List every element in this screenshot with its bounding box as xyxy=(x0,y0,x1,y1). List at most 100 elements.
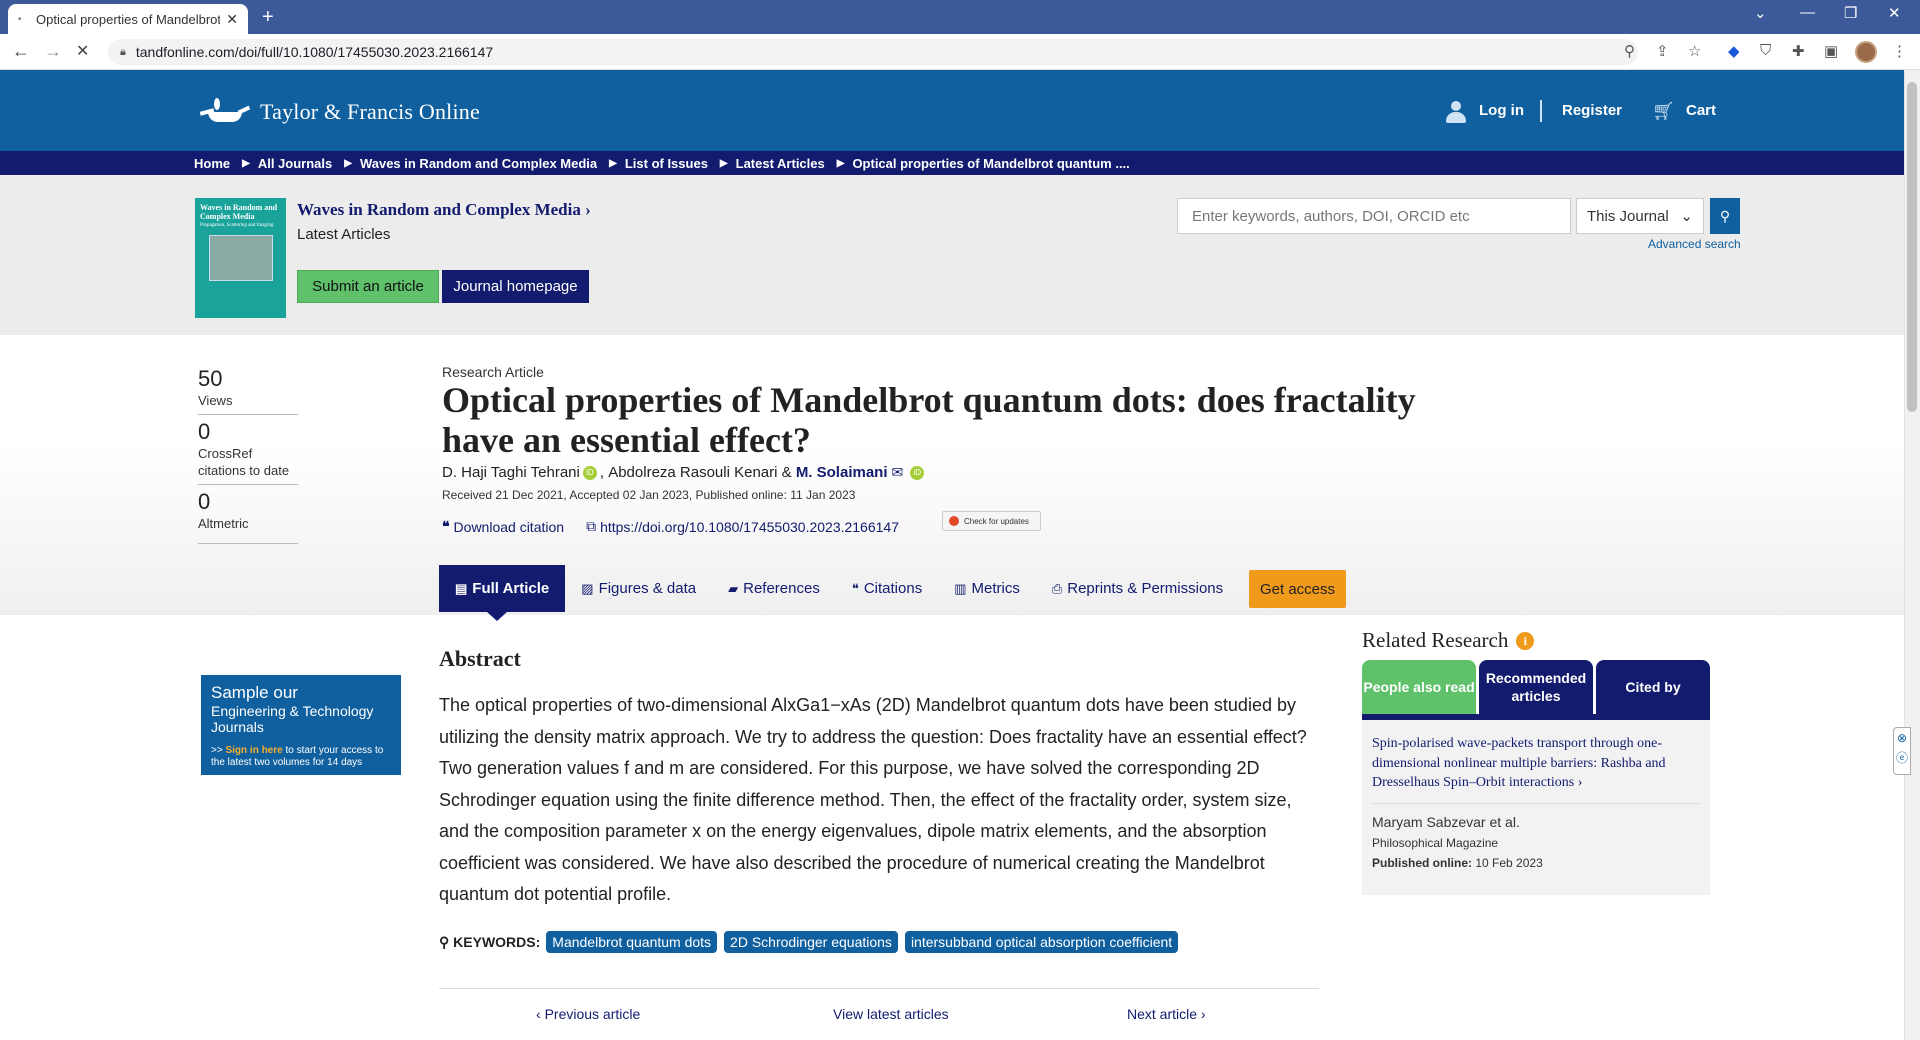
extension-icon[interactable]: ◆ xyxy=(1728,42,1740,60)
tab-cited-by[interactable]: Cited by xyxy=(1596,660,1710,714)
breadcrumb-all-journals[interactable]: All Journals ▶ xyxy=(258,156,360,171)
related-article-title-link[interactable]: Spin-polarised wave-packets transport th… xyxy=(1372,734,1700,793)
back-button[interactable]: ← xyxy=(12,41,30,62)
browser-tabbar: • Optical properties of Mandelbrot ✕ + ⌄… xyxy=(0,0,1920,34)
browser-toolbar: ← → ✕ 🔒︎ tandfonline.com/doi/full/10.108… xyxy=(0,34,1920,70)
author-link[interactable]: D. Haji Taghi Tehrani xyxy=(442,464,580,481)
address-bar[interactable]: 🔒︎ tandfonline.com/doi/full/10.1080/1745… xyxy=(108,39,1638,65)
puzzle-icon[interactable]: ✚ xyxy=(1792,42,1805,60)
journal-title-link[interactable]: Waves in Random and Complex Media › xyxy=(297,200,591,220)
tab-citations[interactable]: ❝ Citations xyxy=(836,565,938,612)
breadcrumb-journal[interactable]: Waves in Random and Complex Media ▶ xyxy=(360,156,625,171)
close-icon[interactable]: ⊗ xyxy=(1894,728,1910,748)
browser-tab[interactable]: • Optical properties of Mandelbrot ✕ xyxy=(8,4,248,34)
sample-journals-ad[interactable]: Sample our Engineering & Technology Jour… xyxy=(201,675,401,775)
image-icon: ▨ xyxy=(581,580,594,596)
tab-label: Citations xyxy=(863,580,923,597)
cart-link[interactable]: Cart xyxy=(1686,102,1716,119)
share-icon[interactable]: ⇪ xyxy=(1656,42,1669,60)
get-access-button[interactable]: Get access xyxy=(1249,570,1346,608)
restore-button[interactable]: ❐ xyxy=(1844,4,1857,22)
scrollbar-thumb[interactable] xyxy=(1907,82,1917,412)
download-citation-link[interactable]: Download citation xyxy=(454,519,565,535)
login-link[interactable]: Log in xyxy=(1479,102,1524,119)
mail-icon[interactable]: ✉ xyxy=(892,464,904,481)
check-updates-button[interactable]: Check for updates xyxy=(942,511,1041,531)
metric-crossref[interactable]: 0 CrossRef citations to date xyxy=(198,419,298,485)
avatar[interactable] xyxy=(1855,41,1877,63)
close-tab-icon[interactable]: ✕ xyxy=(226,11,238,28)
advanced-search-link[interactable]: Advanced search xyxy=(1648,237,1741,251)
published-label: Published online: xyxy=(1372,855,1473,870)
cart-icon[interactable]: 🛒︎ xyxy=(1652,101,1675,122)
metric-number: 50 xyxy=(198,366,223,391)
sign-in-link[interactable]: Sign in here xyxy=(225,745,282,756)
tab-figures-data[interactable]: ▨ Figures & data xyxy=(565,565,712,612)
journal-homepage-button[interactable]: Journal homepage xyxy=(442,270,589,303)
ad-line1: Sample our xyxy=(211,683,298,702)
breadcrumb-home[interactable]: Home ▶ xyxy=(194,156,258,171)
breadcrumb-label: Waves in Random and Complex Media xyxy=(359,155,598,171)
orcid-icon[interactable]: iD xyxy=(910,465,925,480)
related-article-journal: Philosophical Magazine xyxy=(1372,835,1499,850)
related-research-heading: Related Research i xyxy=(1362,628,1535,653)
accessibility-icon[interactable]: ⓔ xyxy=(1894,748,1910,768)
breadcrumb-current: Optical properties of Mandelbrot quantum… xyxy=(852,156,1129,171)
register-link[interactable]: Register xyxy=(1562,102,1622,119)
menu-icon[interactable]: ⋮ xyxy=(1892,42,1907,60)
keyword-tag[interactable]: 2D Schrodinger equations xyxy=(724,931,898,953)
tab-references[interactable]: ▰ References xyxy=(712,565,836,612)
breadcrumb-latest[interactable]: Latest Articles ▶ xyxy=(736,156,853,171)
external-link-icon: ⧉ xyxy=(586,518,597,534)
tab-metrics[interactable]: ▥ Metrics xyxy=(938,565,1036,612)
tab-reprints[interactable]: ⎙ Reprints & Permissions xyxy=(1036,565,1239,612)
tab-recommended-articles[interactable]: Recommended articles xyxy=(1479,660,1593,714)
tab-full-article[interactable]: ▤ Full Article xyxy=(439,565,566,612)
view-latest-articles-link[interactable]: View latest articles xyxy=(833,1006,949,1022)
minimize-button[interactable]: — xyxy=(1800,4,1815,21)
lamp-logo-icon xyxy=(199,96,252,128)
new-tab-button[interactable]: + xyxy=(262,6,274,29)
chevron-right-icon: › xyxy=(1200,1006,1206,1022)
side-widget[interactable]: ⊗ ⓔ xyxy=(1893,727,1911,775)
forward-button[interactable]: → xyxy=(44,41,62,62)
journal-cover[interactable]: Waves in Random and Complex Media Propag… xyxy=(195,198,286,318)
article-tabs: ▤ Full Article ▨ Figures & data ▰ Reference… xyxy=(439,565,1239,612)
breadcrumb-label: Optical properties of Mandelbrot quantum… xyxy=(852,155,1130,171)
search-scope-select[interactable]: This Journal ⌄ xyxy=(1576,198,1704,234)
journal-title: Waves in Random and Complex Media xyxy=(297,200,581,219)
side-panel-icon[interactable]: ▣ xyxy=(1824,42,1838,60)
related-article-authors: Maryam Sabzevar et al. xyxy=(1372,813,1520,830)
tab-search-icon[interactable]: ⌄ xyxy=(1754,4,1767,22)
author-link[interactable]: M. Solaimani xyxy=(796,464,888,481)
divider xyxy=(439,988,1319,989)
search-button[interactable]: ⚲ xyxy=(1710,198,1740,234)
site-logo[interactable]: Taylor & Francis Online xyxy=(199,96,480,128)
zoom-icon[interactable]: ⚲ xyxy=(1624,42,1635,60)
next-article-link[interactable]: Next article › xyxy=(1127,1006,1206,1022)
orcid-icon[interactable]: iD xyxy=(582,465,597,480)
keyword-tag[interactable]: intersubband optical absorption coeffici… xyxy=(904,931,1179,953)
tab-people-also-read[interactable]: People also read xyxy=(1362,660,1476,714)
shield-icon[interactable]: ⛉ xyxy=(1760,42,1771,59)
metric-altmetric[interactable]: 0 Altmetric xyxy=(198,489,298,544)
check-updates-label: Check for updates xyxy=(964,516,1029,526)
previous-article-link[interactable]: ‹ Previous article xyxy=(536,1006,640,1022)
breadcrumb-label: All Journals xyxy=(257,155,333,171)
bookmark-star-icon[interactable]: ☆ xyxy=(1688,42,1701,60)
keyword-tag[interactable]: Mandelbrot quantum dots xyxy=(546,931,718,953)
breadcrumb-arrow-icon: ▶ xyxy=(719,157,728,169)
search-input[interactable]: Enter keywords, authors, DOI, ORCID etc xyxy=(1177,198,1571,234)
doi-link[interactable]: https://doi.org/10.1080/17455030.2023.21… xyxy=(600,519,899,535)
info-icon[interactable]: i xyxy=(1516,631,1535,650)
window-close-button[interactable]: ✕ xyxy=(1888,4,1901,22)
stop-loading-button[interactable]: ✕ xyxy=(76,41,89,61)
author-link[interactable]: Abdolreza Rasouli Kenari xyxy=(608,464,777,481)
loading-icon: • xyxy=(18,13,22,25)
chevron-left-icon: ‹ xyxy=(536,1006,541,1022)
submit-article-button[interactable]: Submit an article xyxy=(297,270,439,303)
lock-icon[interactable]: 🔒︎ xyxy=(120,46,126,59)
print-icon: ⎙ xyxy=(1051,580,1063,596)
breadcrumb-issues[interactable]: List of Issues ▶ xyxy=(625,156,736,171)
metric-label: Views xyxy=(198,393,233,408)
